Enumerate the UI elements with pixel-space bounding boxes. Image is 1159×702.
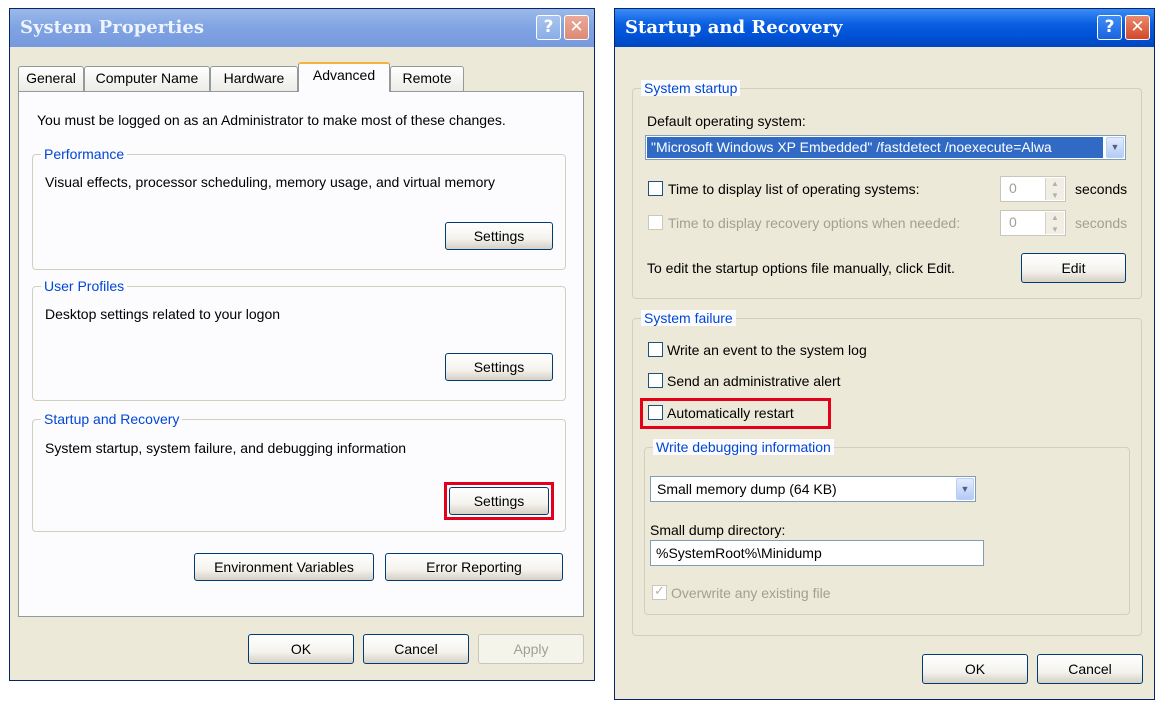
cancel-button[interactable]: Cancel (1037, 654, 1143, 684)
time-recovery-value: 0 (1009, 214, 1017, 230)
user-profiles-settings-button[interactable]: Settings (445, 353, 553, 381)
performance-group: Performance (32, 146, 566, 270)
tab-general[interactable]: General (18, 66, 84, 91)
overwrite-checkbox[interactable]: ✓ (652, 583, 667, 600)
time-os-spinner[interactable]: 0 ▲ ▼ (1000, 176, 1066, 202)
highlight-box-auto-restart (640, 398, 831, 429)
apply-button[interactable]: Apply (478, 634, 584, 664)
debugging-legend: Write debugging information (653, 439, 834, 455)
checkmark-icon: ✓ (654, 583, 665, 598)
environment-variables-button[interactable]: Environment Variables (194, 553, 374, 581)
edit-button[interactable]: Edit (1021, 253, 1126, 283)
startup-recovery-legend: Startup and Recovery (41, 411, 183, 427)
time-os-label: Time to display list of operating system… (668, 181, 920, 197)
tab-remote[interactable]: Remote (390, 66, 464, 91)
edit-note: To edit the startup options file manuall… (647, 260, 955, 276)
startup-recovery-description: System startup, system failure, and debu… (45, 440, 407, 456)
window-title: Startup and Recovery (625, 17, 843, 38)
time-recovery-spinner[interactable]: 0 ▲ ▼ (1000, 210, 1066, 236)
spinner-arrows-icon[interactable]: ▲ ▼ (1045, 212, 1064, 234)
user-profiles-description: Desktop settings related to your logon (45, 306, 281, 322)
help-icon[interactable]: ? (1097, 15, 1122, 40)
tab-computer-name[interactable]: Computer Name (84, 66, 210, 91)
user-profiles-group: User Profiles (32, 278, 566, 401)
send-alert-checkbox[interactable] (648, 373, 663, 388)
system-failure-legend: System failure (641, 310, 736, 326)
tab-advanced[interactable]: Advanced (298, 62, 390, 92)
window-title: System Properties (20, 17, 204, 38)
error-reporting-button[interactable]: Error Reporting (385, 553, 563, 581)
system-startup-legend: System startup (641, 80, 741, 96)
performance-legend: Performance (41, 146, 128, 162)
write-event-checkbox[interactable] (648, 342, 663, 357)
user-profiles-legend: User Profiles (41, 278, 128, 294)
chevron-down-icon[interactable]: ▼ (1106, 137, 1124, 158)
close-icon[interactable]: ✕ (564, 15, 589, 40)
help-icon[interactable]: ? (536, 15, 561, 40)
chevron-down-icon[interactable]: ▼ (956, 478, 974, 500)
time-recovery-seconds: seconds (1075, 215, 1128, 231)
admin-note: You must be logged on as an Administrato… (37, 112, 506, 128)
time-os-checkbox[interactable] (648, 181, 663, 196)
write-event-label: Write an event to the system log (667, 342, 867, 358)
cancel-button[interactable]: Cancel (363, 634, 469, 664)
time-os-seconds: seconds (1075, 181, 1128, 197)
time-os-value: 0 (1009, 180, 1017, 196)
close-icon[interactable]: ✕ (1125, 15, 1150, 40)
performance-settings-button[interactable]: Settings (445, 222, 553, 250)
dump-dir-value: %SystemRoot%\Minidump (656, 545, 822, 561)
default-os-value: "Microsoft Windows XP Embedded" /fastdet… (647, 137, 1103, 158)
spinner-arrows-icon[interactable]: ▲ ▼ (1045, 178, 1064, 200)
dump-dir-label: Small dump directory: (650, 522, 786, 538)
overwrite-label: Overwrite any existing file (671, 585, 831, 601)
dump-type-value: Small memory dump (64 KB) (657, 481, 837, 497)
default-os-label: Default operating system: (647, 113, 806, 129)
tab-hardware[interactable]: Hardware (210, 66, 298, 91)
time-recovery-label: Time to display recovery options when ne… (668, 215, 961, 231)
default-os-dropdown[interactable]: "Microsoft Windows XP Embedded" /fastdet… (645, 135, 1126, 160)
time-recovery-checkbox[interactable] (648, 215, 663, 230)
startup-recovery-titlebar[interactable]: Startup and Recovery ? ✕ (615, 9, 1154, 47)
dump-type-dropdown[interactable]: Small memory dump (64 KB) ▼ (650, 476, 976, 502)
highlight-box-settings (444, 482, 554, 520)
ok-button[interactable]: OK (922, 654, 1028, 684)
system-properties-titlebar[interactable]: System Properties ? ✕ (10, 9, 594, 47)
ok-button[interactable]: OK (248, 634, 354, 664)
dump-dir-input[interactable]: %SystemRoot%\Minidump (650, 540, 984, 566)
performance-description: Visual effects, processor scheduling, me… (45, 174, 496, 190)
send-alert-label: Send an administrative alert (667, 373, 841, 389)
